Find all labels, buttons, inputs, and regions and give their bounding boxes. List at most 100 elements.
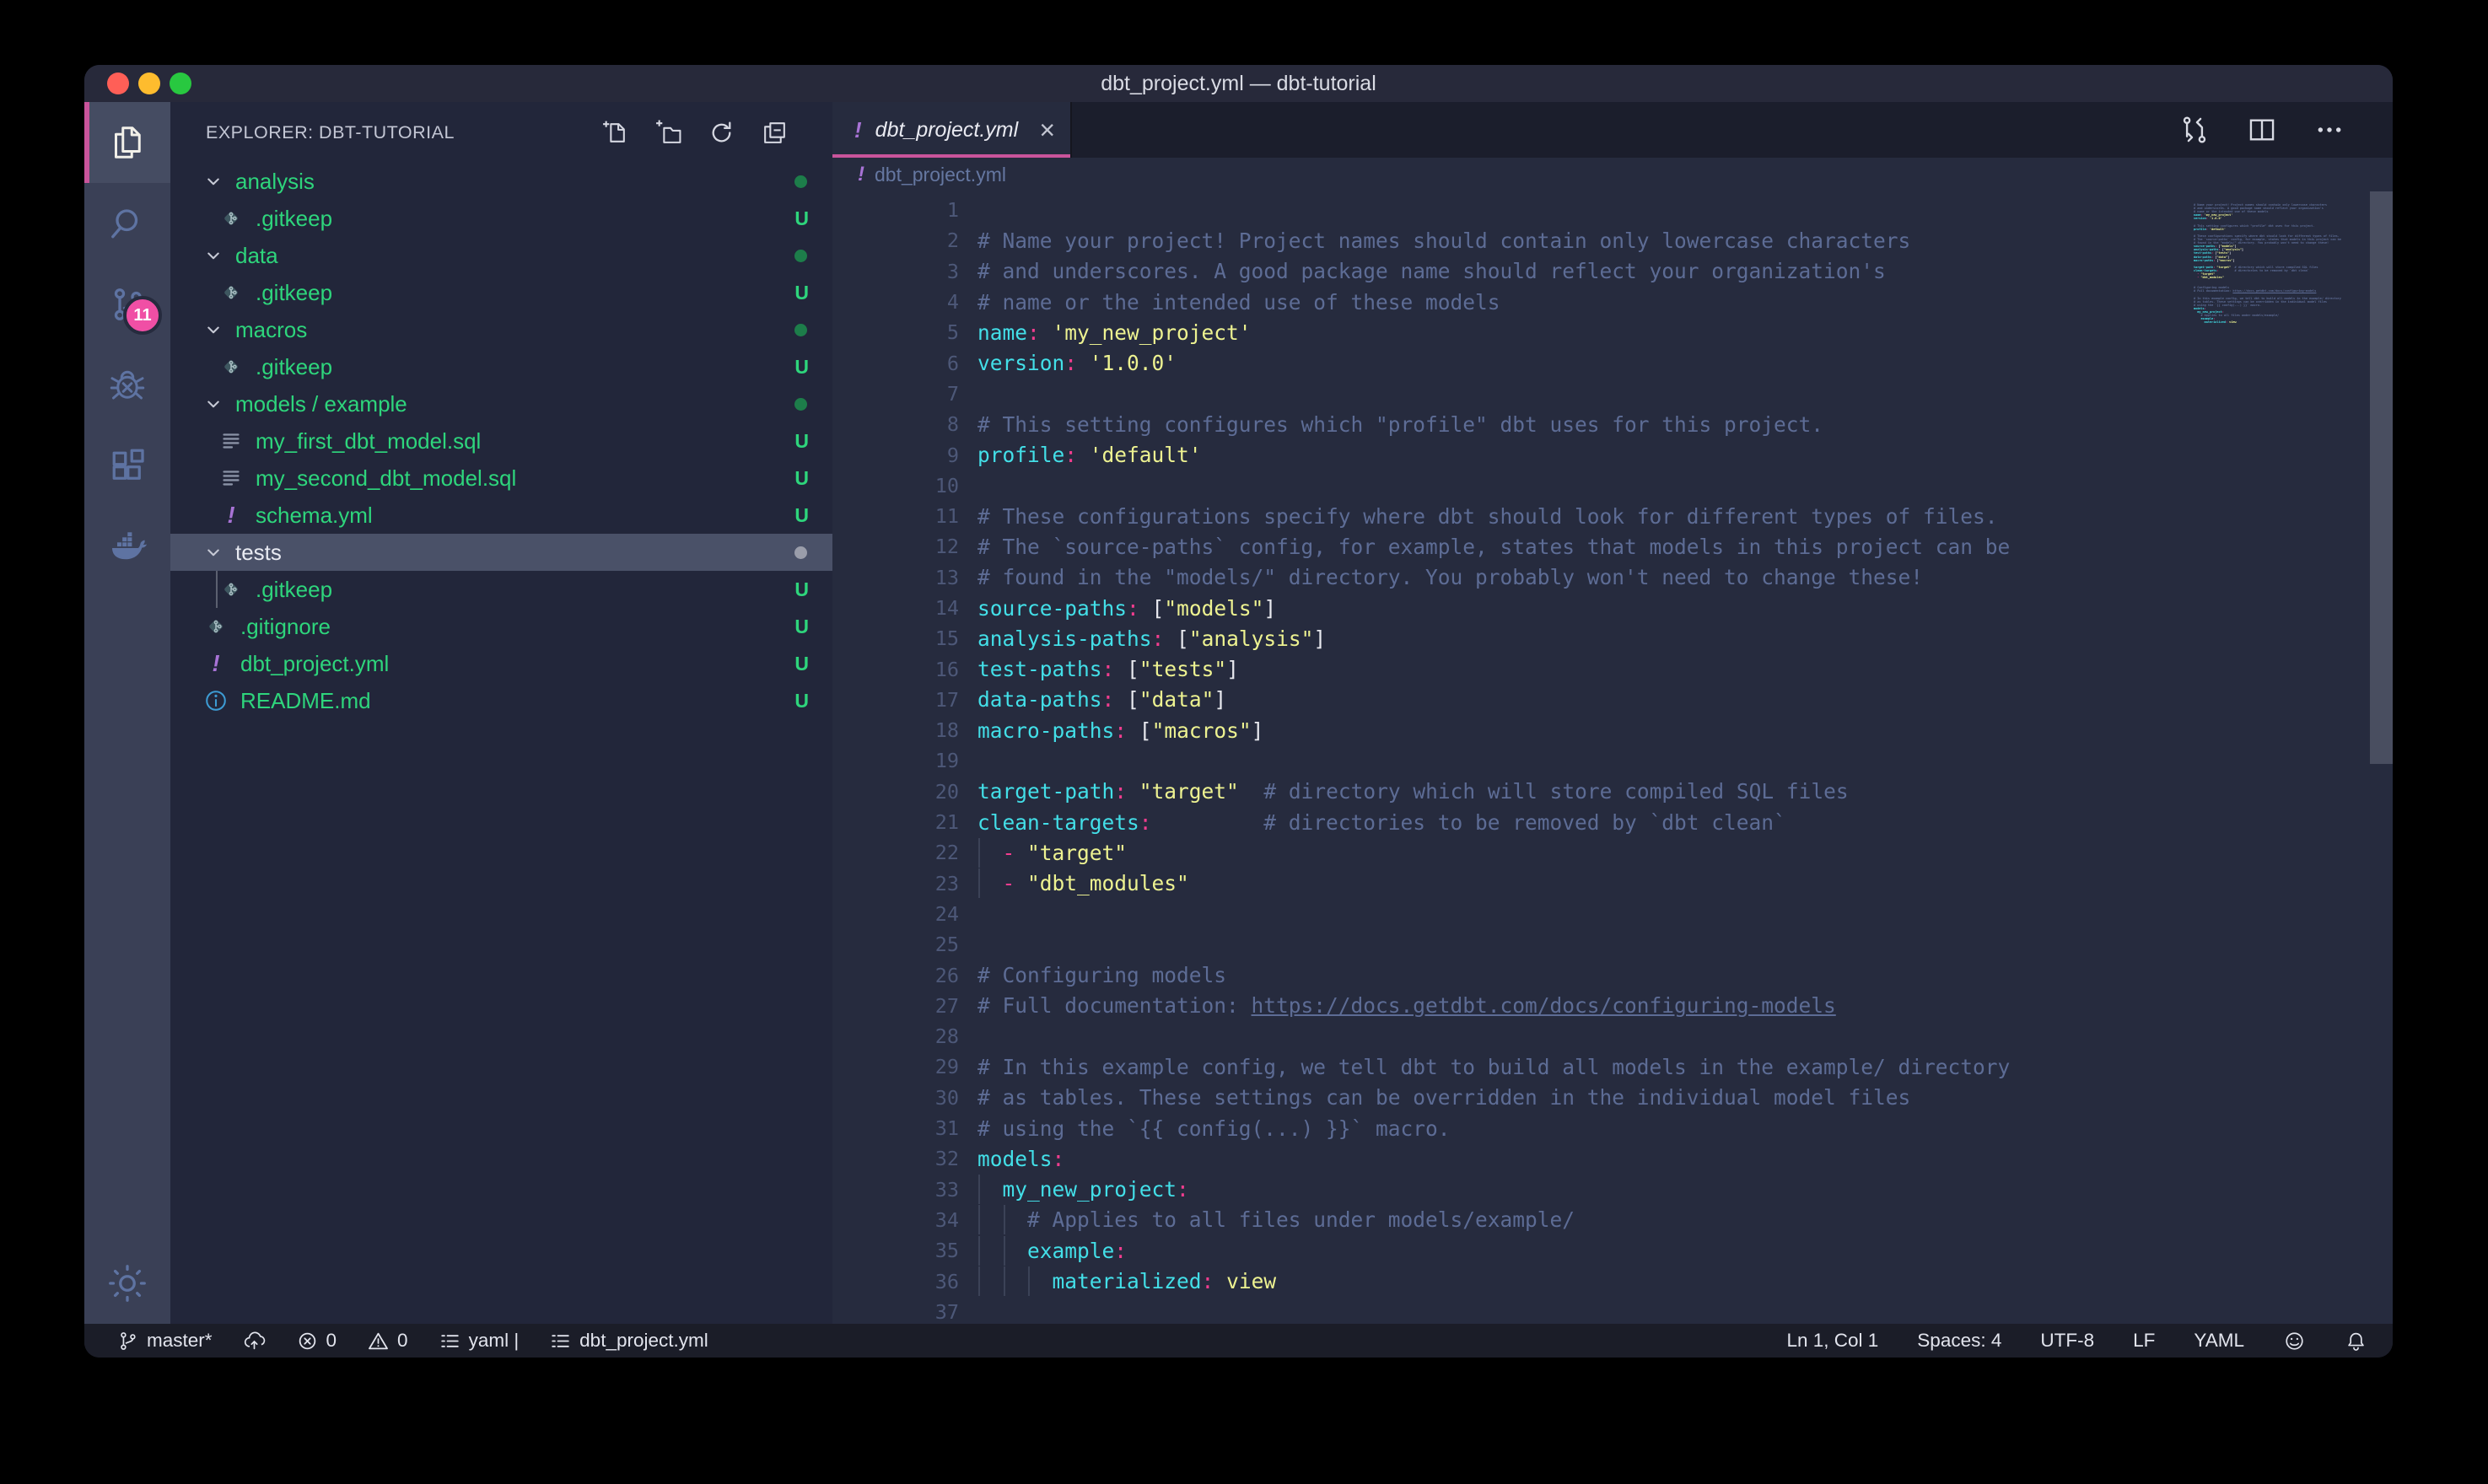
line-content: # found in the "models/" directory. You … (977, 565, 1923, 589)
tree-item-models-example[interactable]: models / example (170, 385, 832, 422)
indent-guide (978, 838, 980, 868)
status-item-label: master* (147, 1330, 213, 1352)
yaml-icon: ! (218, 502, 245, 529)
line-content: source-paths: ["models"] (977, 596, 1276, 621)
code-editor[interactable]: 12 # Name your project! Project names sho… (832, 191, 2393, 1324)
status-item-feedback-smiley[interactable] (2283, 1330, 2306, 1352)
tree-item-label: schema.yml (256, 503, 373, 529)
status-item-ln-1-col-1[interactable]: Ln 1, Col 1 (1786, 1330, 1878, 1352)
collapse-all-icon[interactable] (761, 119, 789, 147)
breadcrumb[interactable]: ! dbt_project.yml (832, 158, 2393, 191)
chevron-down-icon (202, 319, 224, 341)
line-number: 2 (832, 229, 959, 252)
git-status-dot (794, 324, 807, 336)
status-item-tasks[interactable]: yaml | (439, 1330, 520, 1352)
line-content: - "dbt_modules" (977, 871, 1189, 895)
line-number: 21 (832, 810, 959, 834)
status-item-git-branch[interactable]: master* (116, 1330, 213, 1352)
status-item-yaml[interactable]: YAML (2194, 1330, 2244, 1352)
line-content: example: (977, 1239, 1127, 1263)
line-content: # Full documentation: https://docs.getdb… (977, 993, 1836, 1018)
activity-search[interactable] (84, 183, 170, 264)
new-folder-icon[interactable] (654, 119, 682, 147)
activity-files[interactable] (84, 102, 170, 183)
tree-item-readme-md[interactable]: README.mdU (170, 682, 832, 719)
line-content: macro-paths: ["macros"] (977, 718, 1263, 743)
status-item-spaces-4[interactable]: Spaces: 4 (1917, 1330, 2001, 1352)
code-line-13: 13 # found in the "models/" directory. Yo… (832, 562, 2182, 593)
tab-dbt-project-yml[interactable]: ! dbt_project.yml × (832, 102, 1072, 158)
line-number: 4 (832, 290, 959, 314)
code-line-26: 26# Configuring models (832, 960, 2182, 990)
activity-source-control[interactable]: 11 (84, 264, 170, 345)
indent-guide (978, 1175, 980, 1204)
status-item-label: Ln 1, Col 1 (1786, 1330, 1878, 1352)
tree-item-label: analysis (235, 169, 315, 195)
status-item-notifications-bell[interactable] (2345, 1330, 2367, 1352)
close-window-button[interactable] (107, 73, 129, 94)
split-editor-icon[interactable] (2246, 114, 2278, 146)
git-status-badge: U (794, 282, 809, 304)
code-line-33: 33 my_new_project: (832, 1175, 2182, 1205)
line-content: models: (977, 1147, 1064, 1171)
editor-group: ! dbt_project.yml × ! dbt_project.yml 12… (832, 102, 2393, 1324)
minimap[interactable]: # Name your project! Project names shoul… (2194, 200, 2364, 327)
tree-item-gitkeep[interactable]: .gitkeepU (170, 200, 832, 237)
status-item-lf[interactable]: LF (2133, 1330, 2155, 1352)
tree-item-schema-yml[interactable]: !schema.ymlU (170, 497, 832, 534)
tree-item-analysis[interactable]: analysis (170, 163, 832, 200)
title-bar[interactable]: dbt_project.yml — dbt-tutorial (84, 65, 2393, 102)
tree-item-gitkeep[interactable]: .gitkeepU (170, 571, 832, 608)
line-content: target-path: "target" # directory which … (977, 779, 1849, 804)
status-item-errors[interactable]: 0 (296, 1330, 337, 1352)
tree-item-label: my_second_dbt_model.sql (256, 465, 516, 492)
activity-settings-gear[interactable] (84, 1243, 170, 1324)
line-number: 6 (832, 352, 959, 375)
line-content: analysis-paths: ["analysis"] (977, 626, 1326, 651)
line-content: clean-targets: # directories to be remov… (977, 810, 1786, 835)
tree-item-label: .gitkeep (256, 577, 332, 603)
tree-item-macros[interactable]: macros (170, 311, 832, 348)
status-item-tasks[interactable]: dbt_project.yml (549, 1330, 708, 1352)
activity-bar: 11 (84, 102, 170, 1324)
code-line-23: 23 - "dbt_modules" (832, 868, 2182, 899)
status-item-label: Spaces: 4 (1917, 1330, 2001, 1352)
tree-item-tests[interactable]: tests (170, 534, 832, 571)
close-tab-icon[interactable]: × (1039, 116, 1055, 143)
refresh-icon[interactable] (708, 119, 735, 147)
status-item-utf-8[interactable]: UTF-8 (2040, 1330, 2094, 1352)
line-content: - "target" (977, 841, 1127, 865)
code-lines[interactable]: 12# Name your project! Project names sho… (832, 195, 2182, 1324)
tree-item-data[interactable]: data (170, 237, 832, 274)
code-line-3: 3# and underscores. A good package name … (832, 256, 2182, 287)
code-line-25: 25 (832, 929, 2182, 960)
status-item-warnings[interactable]: 0 (367, 1330, 408, 1352)
activity-extensions[interactable] (84, 426, 170, 507)
zoom-window-button[interactable] (170, 73, 191, 94)
code-line-5: 5name: 'my_new_project' (832, 317, 2182, 347)
more-actions-icon[interactable] (2313, 114, 2345, 146)
tree-item-gitkeep[interactable]: .gitkeepU (170, 348, 832, 385)
minimize-window-button[interactable] (138, 73, 160, 94)
line-number: 13 (832, 566, 959, 589)
explorer-title: EXPLORER: DBT-TUTORIAL (206, 122, 455, 143)
line-number: 12 (832, 535, 959, 558)
new-file-icon[interactable] (601, 119, 629, 147)
chevron-down-icon (202, 393, 224, 415)
tree-item-my-first-dbt-model-sql[interactable]: my_first_dbt_model.sqlU (170, 422, 832, 460)
scrollbar-thumb[interactable] (2370, 191, 2393, 764)
status-item-sync[interactable] (243, 1330, 266, 1352)
tree-item-gitignore[interactable]: .gitignoreU (170, 608, 832, 645)
indent-guide (1004, 1266, 1005, 1296)
activity-docker[interactable] (84, 507, 170, 588)
code-line-24: 24 (832, 899, 2182, 929)
compare-icon[interactable] (2178, 114, 2211, 146)
line-content: # This setting configures which "profile… (977, 412, 1823, 437)
tree-item-my-second-dbt-model-sql[interactable]: my_second_dbt_model.sqlU (170, 460, 832, 497)
code-line-11: 11# These configurations specify where d… (832, 501, 2182, 531)
tree-item-gitkeep[interactable]: .gitkeepU (170, 274, 832, 311)
code-line-15: 15analysis-paths: ["analysis"] (832, 623, 2182, 653)
tree-item-dbt-project-yml[interactable]: !dbt_project.ymlU (170, 645, 832, 682)
activity-debug[interactable] (84, 345, 170, 426)
chevron-down-icon (202, 245, 224, 266)
